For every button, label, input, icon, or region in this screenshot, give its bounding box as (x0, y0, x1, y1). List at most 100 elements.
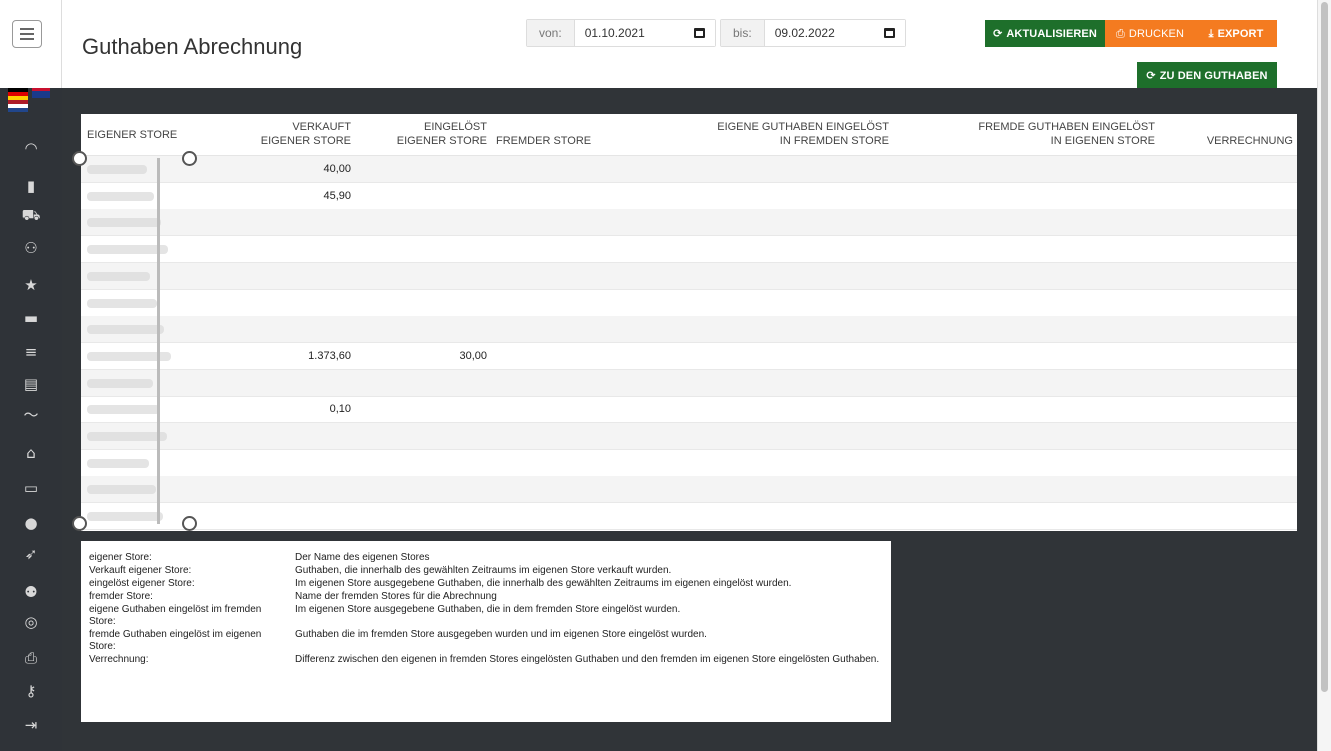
cell-sold: 0,10 (329, 403, 351, 416)
table-row[interactable] (81, 503, 1297, 531)
calendar-icon[interactable] (693, 28, 705, 38)
key-icon[interactable]: ⚷ (0, 679, 62, 703)
to-label: bis: (721, 20, 765, 46)
users-icon[interactable]: ⚉ (0, 580, 62, 604)
cell-redeemed: 30,00 (459, 349, 487, 362)
col-foreign-store[interactable]: FREMDER STORE (496, 120, 616, 148)
store-name-blurred (87, 405, 160, 415)
legend-row: Verkauft eigener Store: Guthaben, die inn… (89, 565, 883, 577)
legend-row: eigene Guthaben eingelöst im fremden Sto… (89, 604, 883, 628)
refresh-icon: ⟳ (993, 27, 1003, 40)
column-resize-line[interactable] (157, 158, 160, 524)
export-button[interactable]: ⤓ EXPORT (1195, 20, 1277, 47)
chart-icon[interactable]: ▮ (0, 174, 62, 198)
resize-handle[interactable] (182, 516, 197, 531)
table-row[interactable]: 40,00 (81, 156, 1297, 183)
col-sold-own-store[interactable]: VERKAUFT EIGENER STORE (231, 120, 351, 148)
store-name-blurred (87, 298, 157, 308)
store-name-blurred (87, 165, 147, 174)
calendar-icon[interactable] (883, 28, 895, 38)
legend-description: Der Name des eigenen Stores (295, 552, 430, 563)
from-label: von: (527, 20, 575, 46)
resize-handle[interactable] (72, 516, 87, 531)
col-foreign-redeemed-own[interactable]: FREMDE GUTHABEN EINGELÖST IN EIGENEN STOR… (951, 120, 1155, 148)
resize-handle[interactable] (72, 151, 87, 166)
legend-term: Verkauft eigener Store: (89, 565, 192, 576)
col-settlement[interactable]: VERRECHNUNG (1181, 120, 1293, 148)
table-row[interactable]: 1.373,60 30,00 (81, 343, 1297, 370)
legend-panel: eigener Store: Der Name des eigenen Store… (81, 541, 891, 722)
table-row[interactable]: 45,90 (81, 183, 1297, 210)
rocket-icon[interactable]: ➶ (0, 542, 62, 566)
refresh-icon: ⟳ (1146, 69, 1156, 82)
add-user-icon[interactable]: ⚇ (0, 236, 62, 260)
download-icon: ⤓ (1208, 27, 1214, 40)
language-switcher (6, 82, 56, 112)
legend-row: eigener Store: Der Name des eigenen Store… (89, 552, 883, 564)
to-date-input[interactable]: 09.02.2022 (764, 20, 905, 46)
user-icon[interactable]: ● (0, 511, 62, 535)
legend-term: eingelöst eigener Store: (89, 578, 195, 589)
table-row[interactable] (81, 236, 1297, 264)
col-redeemed-own-store[interactable]: EINGELÖST EIGENER STORE (367, 120, 487, 148)
store-name-blurred (87, 458, 149, 468)
flag-de-icon[interactable] (8, 88, 28, 100)
from-date-input[interactable]: 01.10.2021 (574, 20, 715, 46)
cart-icon[interactable]: ⛟ (0, 203, 62, 227)
table-row[interactable] (81, 262, 1297, 290)
page-title: Guthaben Abrechnung (82, 34, 303, 59)
legend-term: eigener Store: (89, 552, 152, 563)
flag-nl-icon[interactable] (8, 100, 28, 112)
table-row[interactable] (81, 423, 1297, 450)
table-row[interactable] (81, 316, 1297, 344)
flag-uk-icon[interactable] (32, 88, 50, 98)
page-scrollbar[interactable] (1317, 0, 1331, 751)
col-own-redeemed-foreign[interactable]: EIGENE GUTHABEN EINGELÖST IN FREMDEN STOR… (671, 120, 889, 148)
table-row[interactable]: 0,10 (81, 396, 1297, 424)
store-name-blurred (87, 432, 167, 441)
list-icon[interactable]: ≡ (0, 340, 62, 364)
to-date-value: 09.02.2022 (774, 26, 835, 40)
store-name-blurred (87, 218, 161, 228)
legend-term: eigene Guthaben eingelöst im fremden Sto… (89, 604, 262, 627)
store-name-blurred (87, 378, 153, 388)
legend-term: fremder Store: (89, 591, 153, 602)
print-button[interactable]: ⎙ DRUCKEN (1105, 20, 1195, 47)
table-row[interactable] (81, 369, 1297, 397)
menu-icon[interactable] (12, 20, 42, 48)
archive-icon[interactable]: ▬ (0, 306, 62, 330)
scroll-thumb[interactable] (1321, 2, 1328, 692)
legend-description: Name der fremden Stores für die Abrechnu… (295, 591, 497, 602)
print-icon[interactable]: ⎙ (0, 646, 62, 670)
report-table: EIGENER STORE VERKAUFT EIGENER STORE EING… (72, 114, 1297, 531)
sidebar: ◠ ▮ ⛟ ⚇ ★ ▬ ≡ ▤ 〜 ⌂ ▭ ● ➶ ⚉ ◎ ⎙ ⚷ ⇥ (0, 0, 62, 751)
legend-term: Verrechnung: (89, 654, 149, 665)
logout-icon[interactable]: ⇥ (0, 713, 62, 737)
store-name-blurred (87, 512, 163, 522)
table-row[interactable] (81, 476, 1297, 504)
legend-term: fremde Guthaben eingelöst im eigenen Sto… (89, 629, 262, 652)
to-credits-button[interactable]: ⟳ ZU DEN GUTHABEN (1137, 62, 1277, 89)
cell-sold: 40,00 (323, 163, 351, 175)
resize-handle[interactable] (182, 151, 197, 166)
from-date-group: von: 01.10.2021 (526, 19, 716, 47)
store-name-blurred (87, 245, 168, 255)
legend-row: fremder Store: Name der fremden Stores fü… (89, 591, 883, 603)
cell-sold: 45,90 (323, 189, 351, 202)
dashboard-icon[interactable]: ◠ (0, 136, 62, 160)
legend-description: Im eigenen Store ausgegebene Guthaben, d… (295, 578, 792, 589)
col-own-store[interactable]: EIGENER STORE (87, 120, 207, 142)
print-icon: ⎙ (1116, 27, 1125, 40)
refresh-button[interactable]: ⟳ AKTUALISIEREN (985, 20, 1105, 47)
star-icon[interactable]: ★ (0, 273, 62, 297)
book-icon[interactable]: ▤ (0, 372, 62, 396)
table-row[interactable] (81, 450, 1297, 477)
sidebar-top (0, 0, 62, 88)
monitor-icon[interactable]: ▭ (0, 476, 62, 500)
trend-icon[interactable]: 〜 (0, 403, 62, 427)
database-icon[interactable]: ◎ (0, 610, 62, 634)
table-row[interactable] (81, 209, 1297, 237)
home-icon[interactable]: ⌂ (0, 441, 62, 465)
store-name-blurred (87, 271, 150, 281)
table-row[interactable] (81, 290, 1297, 317)
